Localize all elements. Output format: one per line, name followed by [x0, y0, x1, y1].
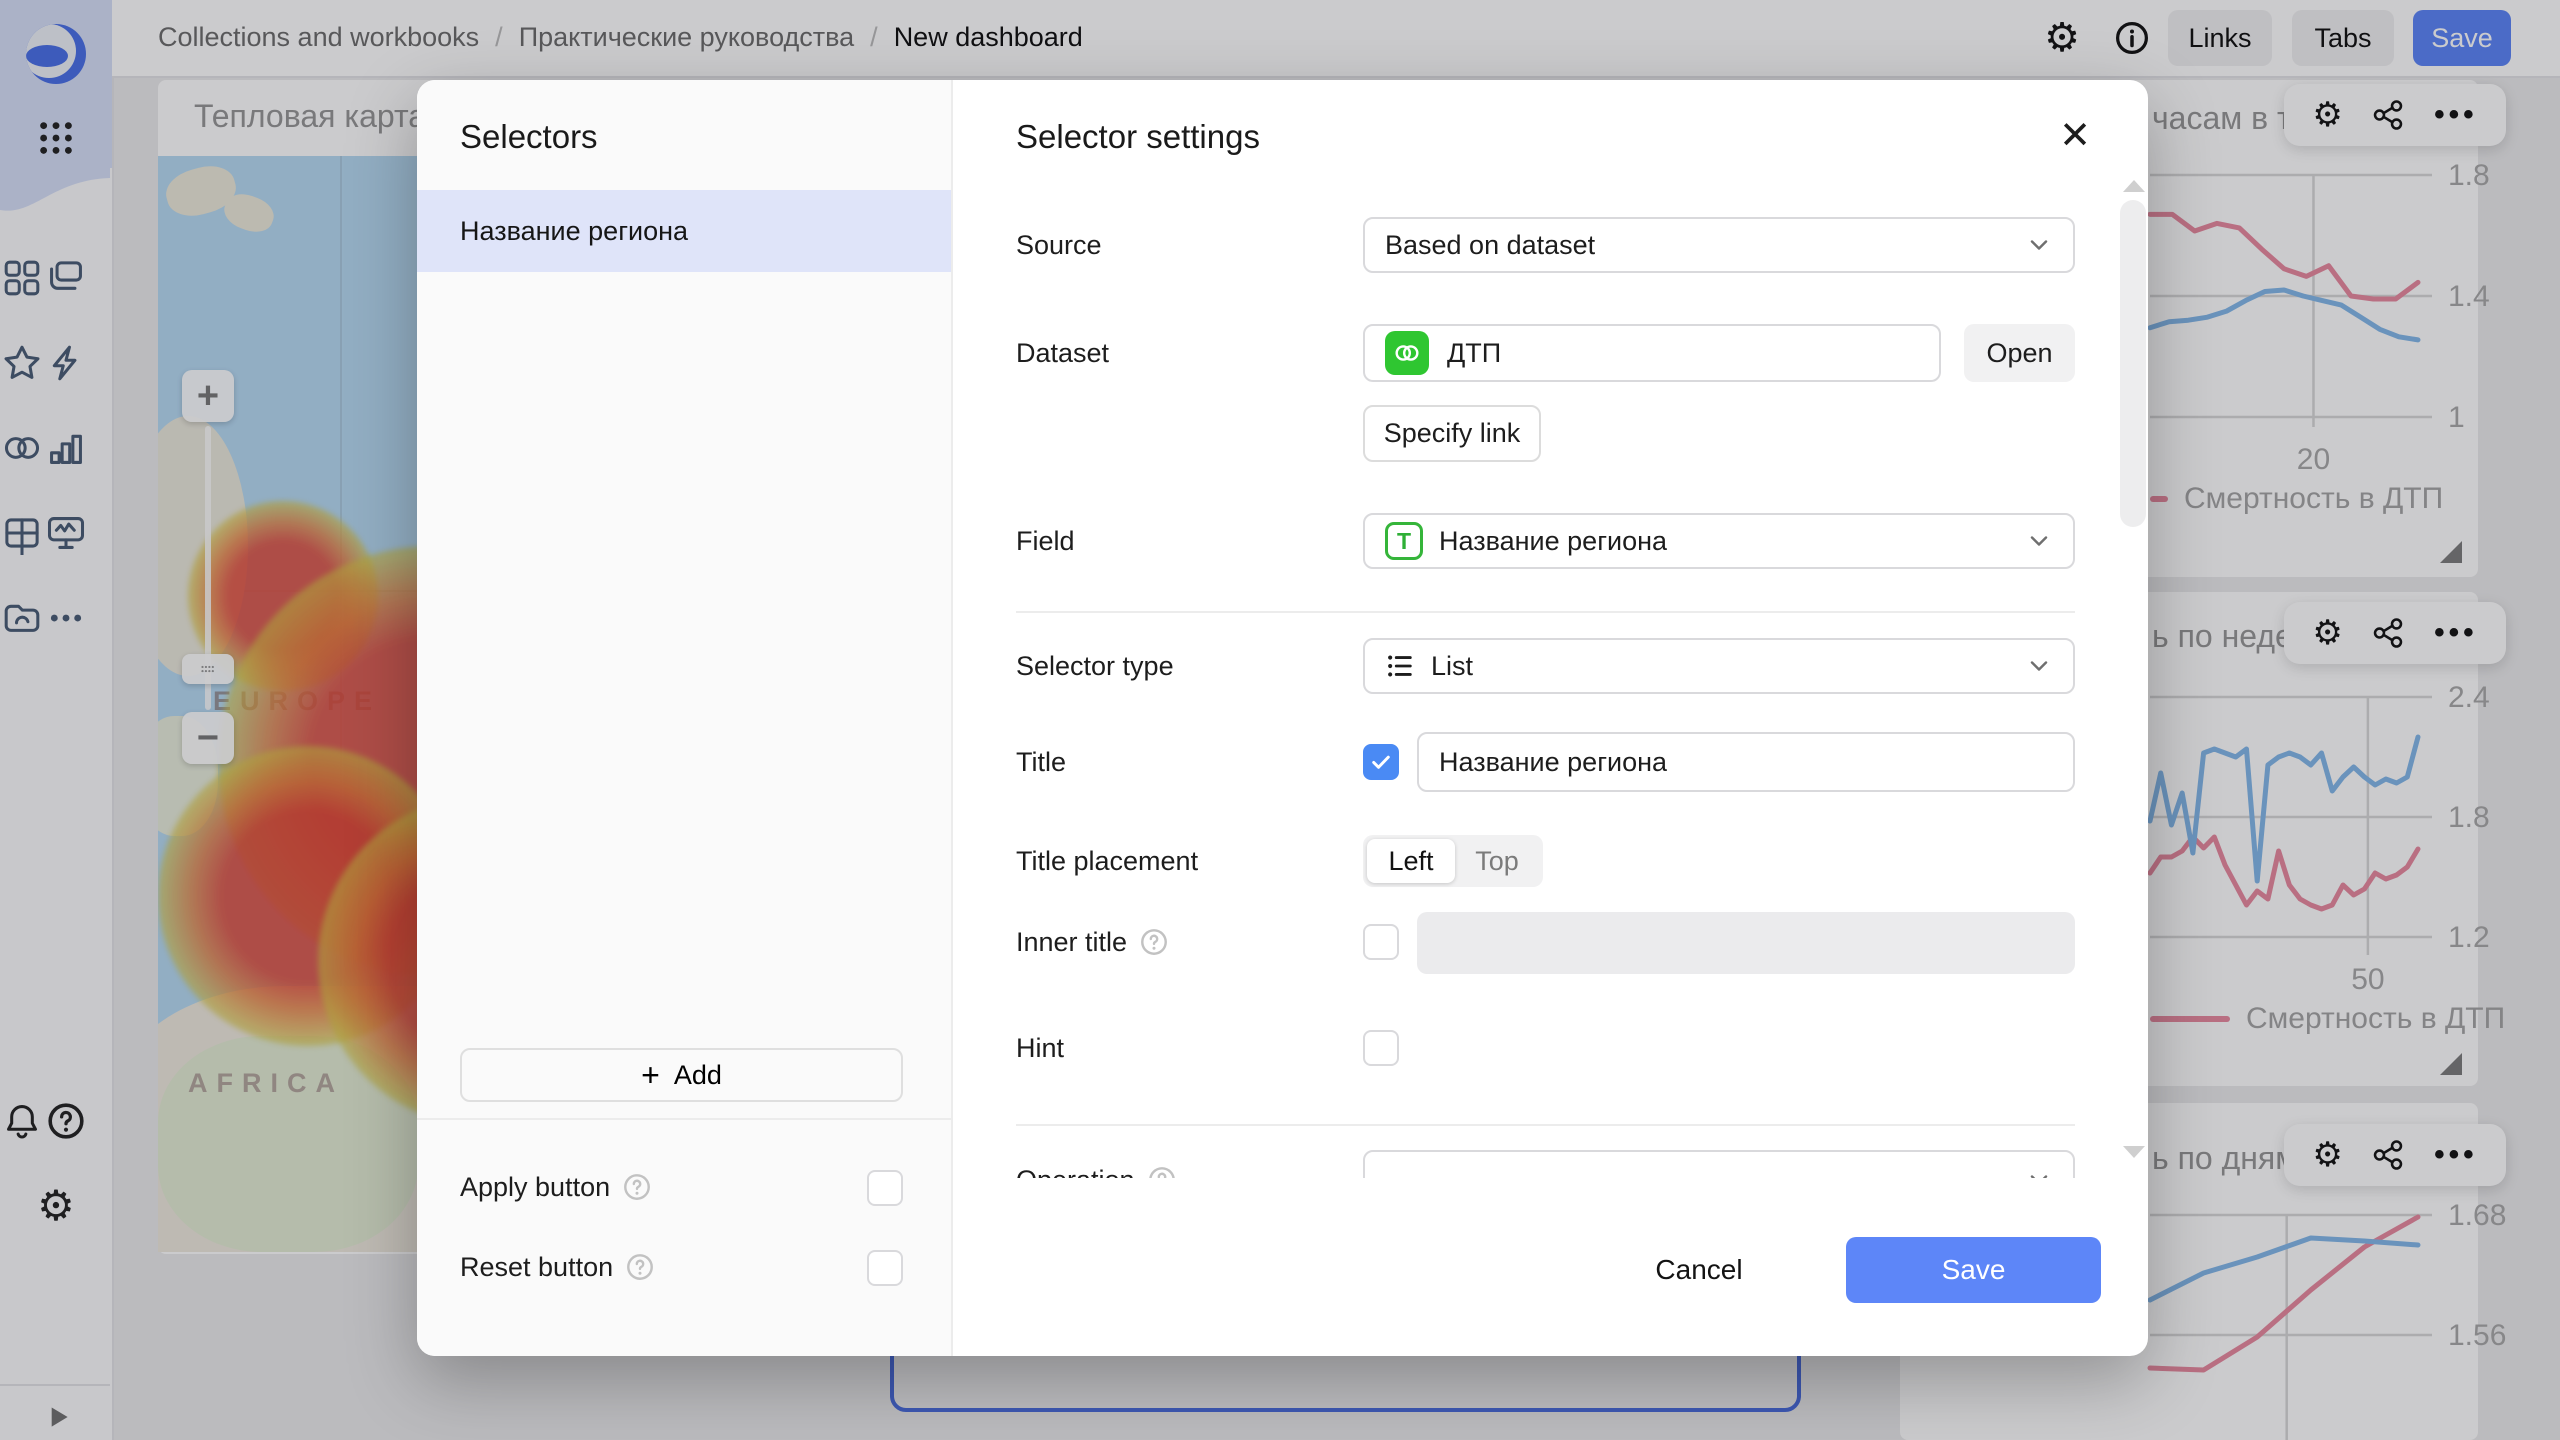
settings-divider [1016, 611, 2075, 613]
field-value: Название региона [1439, 526, 1667, 557]
selectors-panel: Selectors Название региона + Add Apply b… [417, 80, 953, 1356]
chevron-down-icon [2025, 527, 2053, 555]
dataset-value: ДТП [1447, 338, 1501, 369]
scroll-down-arrow[interactable] [2123, 1146, 2145, 1158]
settings-divider [1016, 1124, 2075, 1126]
app-root: ⚙ Collections and workbooks / Практическ… [0, 0, 2560, 1440]
operation-label: Operation [1016, 1152, 1177, 1178]
title-placement-segmented: Left Top [1363, 835, 1543, 887]
open-dataset-button[interactable]: Open [1964, 324, 2075, 382]
title-placement-label: Title placement [1016, 835, 1198, 887]
title-label: Title [1016, 732, 1066, 792]
field-type-text-icon: T [1385, 522, 1423, 560]
modal-save-button[interactable]: Save [1846, 1237, 2101, 1303]
source-label: Source [1016, 217, 1102, 273]
dataset-glyph-icon [1392, 338, 1422, 368]
inner-title-label: Inner title [1016, 916, 1169, 968]
apply-button-label: Apply button [460, 1172, 610, 1203]
selector-type-label: Selector type [1016, 638, 1174, 694]
source-select[interactable]: Based on dataset [1363, 217, 2075, 273]
field-label: Field [1016, 513, 1075, 569]
reset-button-row: Reset button [460, 1245, 655, 1289]
dataset-icon [1385, 331, 1429, 375]
chevron-down-icon [2025, 652, 2053, 680]
selector-list-item-selected[interactable]: Название региона [417, 190, 951, 272]
reset-button-checkbox[interactable] [867, 1250, 903, 1286]
placement-top-segment[interactable]: Top [1455, 839, 1539, 883]
source-value: Based on dataset [1385, 230, 1595, 261]
question-circle-icon [622, 1172, 652, 1202]
chevron-down-icon [2025, 1166, 2053, 1178]
check-icon [1368, 749, 1394, 775]
settings-scroll-area: Source Based on dataset Dataset ДТП Open… [951, 190, 2118, 1178]
add-selector-button[interactable]: + Add [460, 1048, 903, 1102]
dataset-label: Dataset [1016, 324, 1109, 382]
settings-scrollbar-thumb[interactable] [2120, 200, 2146, 527]
placement-left-segment[interactable]: Left [1367, 839, 1455, 883]
selectors-panel-divider [417, 1118, 951, 1120]
selector-type-value: List [1431, 651, 1473, 682]
selectors-panel-title: Selectors [460, 118, 598, 156]
chevron-down-icon [2025, 231, 2053, 259]
operation-select[interactable] [1363, 1150, 2075, 1178]
apply-button-row: Apply button [460, 1165, 652, 1209]
cancel-button[interactable]: Cancel [1617, 1237, 1781, 1303]
specify-link-button[interactable]: Specify link [1363, 405, 1541, 462]
reset-button-label: Reset button [460, 1252, 613, 1283]
field-select[interactable]: T Название региона [1363, 513, 2075, 569]
inner-title-label-text: Inner title [1016, 927, 1127, 958]
selector-settings-dialog: Selectors Название региона + Add Apply b… [417, 80, 2148, 1356]
title-input[interactable] [1417, 732, 2075, 792]
scroll-up-arrow[interactable] [2123, 180, 2145, 192]
question-circle-icon [1147, 1165, 1177, 1178]
hint-checkbox[interactable] [1363, 1030, 1399, 1066]
operation-label-text: Operation [1016, 1165, 1135, 1179]
plus-icon: + [641, 1059, 660, 1091]
question-circle-icon [625, 1252, 655, 1282]
apply-button-checkbox[interactable] [867, 1170, 903, 1206]
list-icon [1385, 651, 1415, 681]
selector-type-select[interactable]: List [1363, 638, 2075, 694]
dataset-field[interactable]: ДТП [1363, 324, 1941, 382]
title-checkbox[interactable] [1363, 744, 1399, 780]
inner-title-input[interactable] [1417, 912, 2075, 974]
inner-title-checkbox[interactable] [1363, 924, 1399, 960]
settings-panel-title: Selector settings [1016, 118, 1260, 156]
close-icon[interactable]: ✕ [2055, 116, 2095, 156]
hint-label: Hint [1016, 1022, 1064, 1074]
question-circle-icon [1139, 927, 1169, 957]
add-selector-label: Add [674, 1060, 722, 1091]
